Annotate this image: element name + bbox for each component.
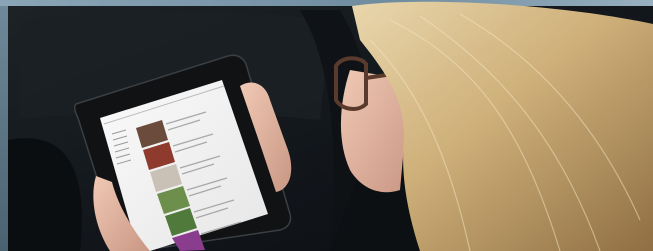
photo-scene (8, 1, 653, 251)
photo (0, 0, 653, 251)
